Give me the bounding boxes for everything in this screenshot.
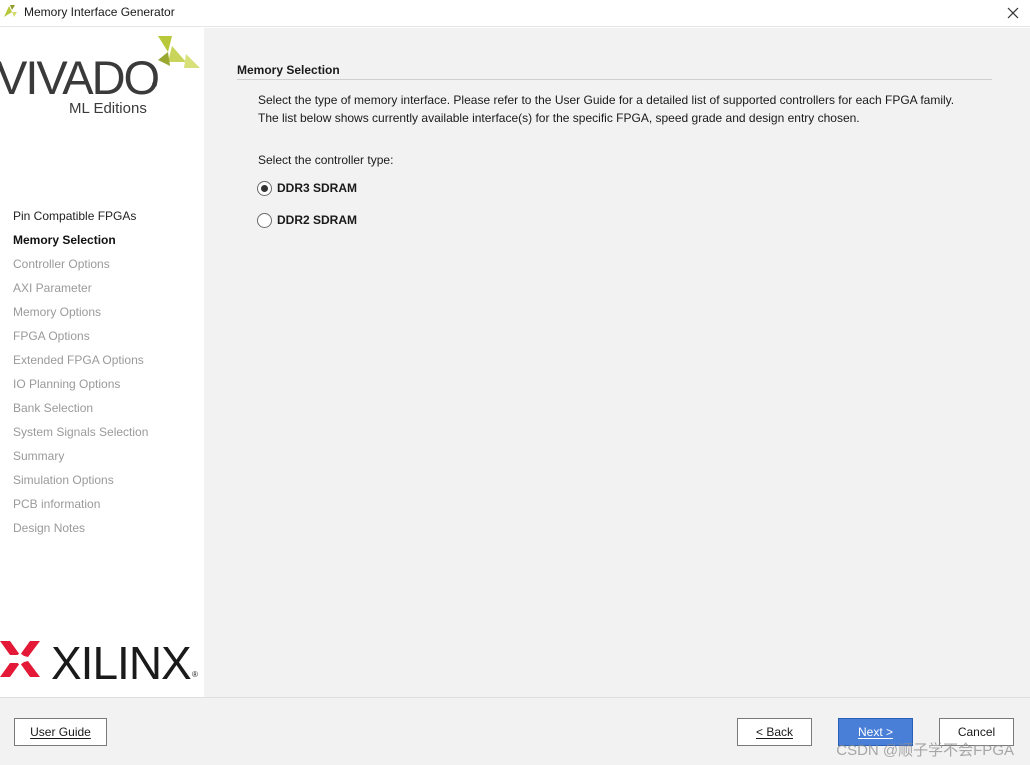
step-axi-parameter: AXI Parameter (13, 281, 92, 295)
step-design-notes: Design Notes (13, 521, 86, 535)
step-io-planning-options: IO Planning Options (13, 377, 121, 391)
radio-label-ddr3: DDR3 SDRAM (277, 181, 358, 195)
vivado-app-icon (3, 3, 19, 19)
radio-button-selected[interactable] (257, 180, 272, 196)
back-button-label: < Back (755, 725, 794, 739)
step-simulation-options: Simulation Options (13, 473, 114, 487)
step-memory-selection[interactable]: Memory Selection (13, 232, 148, 256)
step-pin-compatible-fpgas[interactable]: Pin Compatible FPGAs (13, 208, 148, 232)
footer-bar: User Guide < Back Next > Cancel CSDN @顺子… (0, 697, 1030, 765)
step-pcb-information: PCB information (13, 497, 101, 511)
description: Select the type of memory interface. Ple… (258, 91, 998, 127)
step-summary: Summary (13, 449, 65, 463)
radio-label-ddr2: DDR2 SDRAM (277, 213, 358, 227)
main-panel: Memory Selection Select the type of memo… (204, 28, 1030, 697)
user-guide-button-label: User Guide (30, 725, 91, 739)
section-title: Memory Selection (237, 63, 992, 80)
vivado-edition: ML Editions (69, 100, 147, 117)
xilinx-wordmark: XILINX (51, 637, 192, 689)
wizard-sidebar: VIVADO ® ML Editions Pin Compatible FPGA… (0, 28, 204, 697)
user-guide-button[interactable]: User Guide (14, 718, 107, 746)
step-memory-options: Memory Options (13, 305, 102, 319)
description-line-1: Select the type of memory interface. Ple… (258, 93, 955, 107)
radio-button-unselected[interactable] (257, 212, 272, 228)
cancel-button-label: Cancel (957, 725, 996, 739)
step-extended-fpga-options: Extended FPGA Options (13, 353, 144, 367)
xilinx-logo: XILINX ® (0, 636, 204, 689)
controller-type-label: Select the controller type: (258, 153, 394, 167)
next-button-label: Next > (857, 725, 893, 739)
close-icon[interactable] (1002, 2, 1024, 24)
description-line-2: The list below shows currently available… (258, 111, 860, 125)
step-bank-selection: Bank Selection (13, 401, 94, 415)
window-title: Memory Interface Generator (24, 5, 175, 19)
vivado-registered-mark: ® (152, 82, 158, 89)
radio-dot-icon (261, 184, 268, 192)
radio-ddr3-sdram[interactable]: DDR3 SDRAM (257, 179, 357, 197)
step-fpga-options: FPGA Options (13, 329, 90, 343)
xilinx-logo-mark-icon (0, 641, 40, 677)
vivado-wordmark: VIVADO (0, 51, 160, 104)
step-system-signals-selection: System Signals Selection (13, 425, 149, 439)
step-controller-options: Controller Options (13, 257, 110, 271)
vivado-logo: VIVADO ® ML Editions (0, 30, 204, 120)
xilinx-registered-mark: ® (192, 670, 198, 679)
vivado-logo-mark-icon (158, 36, 200, 68)
radio-ddr2-sdram[interactable]: DDR2 SDRAM (257, 211, 357, 229)
wizard-steps: Pin Compatible FPGAs Memory Selection Co… (13, 208, 148, 544)
csdn-watermark: CSDN @顺子学不会FPGA (836, 742, 1014, 759)
title-bar: Memory Interface Generator (0, 0, 1030, 27)
back-button[interactable]: < Back (737, 718, 812, 746)
